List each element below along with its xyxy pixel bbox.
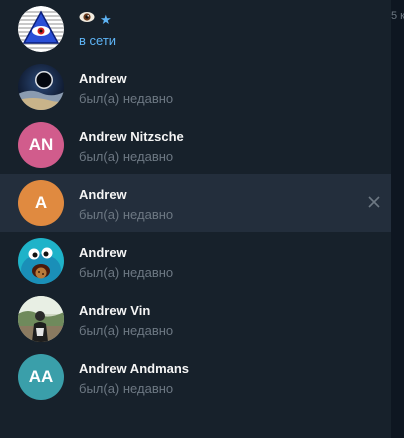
- cookie-monster-photo-avatar: [18, 238, 64, 284]
- contact-row-hovered[interactable]: A Andrew был(а) недавно: [0, 174, 391, 232]
- initials-avatar: AA: [18, 354, 64, 400]
- contact-status: был(а) недавно: [79, 207, 174, 222]
- contact-row-self[interactable]: ★ в сети: [0, 0, 391, 58]
- eye-emoji-icon: [79, 10, 95, 28]
- contact-name: ★: [79, 10, 112, 28]
- contact-status: в сети: [79, 33, 117, 48]
- contact-name: Andrew: [79, 245, 127, 260]
- contact-name: Andrew Vin: [79, 303, 151, 318]
- eclipse-photo-avatar: [18, 64, 64, 110]
- contact-name: Andrew: [79, 187, 127, 202]
- contact-status: был(а) недавно: [79, 149, 174, 164]
- contact-status: был(а) недавно: [79, 381, 174, 396]
- contact-name: Andrew Nitzsche: [79, 129, 184, 144]
- adjacent-panel-edge: 5 к: [391, 0, 404, 438]
- contact-status: был(а) недавно: [79, 91, 174, 106]
- person-photo-avatar: [18, 296, 64, 342]
- contact-list: ★ в сети Andrew был(а) недавно AN Andrew…: [0, 0, 391, 438]
- star-icon: ★: [100, 11, 112, 27]
- contact-row[interactable]: AN Andrew Nitzsche был(а) недавно: [0, 116, 391, 174]
- contact-row[interactable]: Andrew Vin был(а) недавно: [0, 290, 391, 348]
- contact-row[interactable]: AA Andrew Andmans был(а) недавно: [0, 348, 391, 406]
- illuminati-eye-icon: [18, 6, 64, 52]
- contact-row[interactable]: Andrew был(а) недавно: [0, 232, 391, 290]
- close-icon[interactable]: [366, 194, 382, 210]
- contact-name: Andrew: [79, 71, 127, 86]
- contact-name: Andrew Andmans: [79, 361, 190, 376]
- contact-status: был(а) недавно: [79, 265, 174, 280]
- initials-avatar: A: [18, 180, 64, 226]
- initials-avatar: AN: [18, 122, 64, 168]
- peek-text: 5 к: [391, 10, 404, 22]
- contact-row[interactable]: Andrew был(а) недавно: [0, 58, 391, 116]
- contact-status: был(а) недавно: [79, 323, 174, 338]
